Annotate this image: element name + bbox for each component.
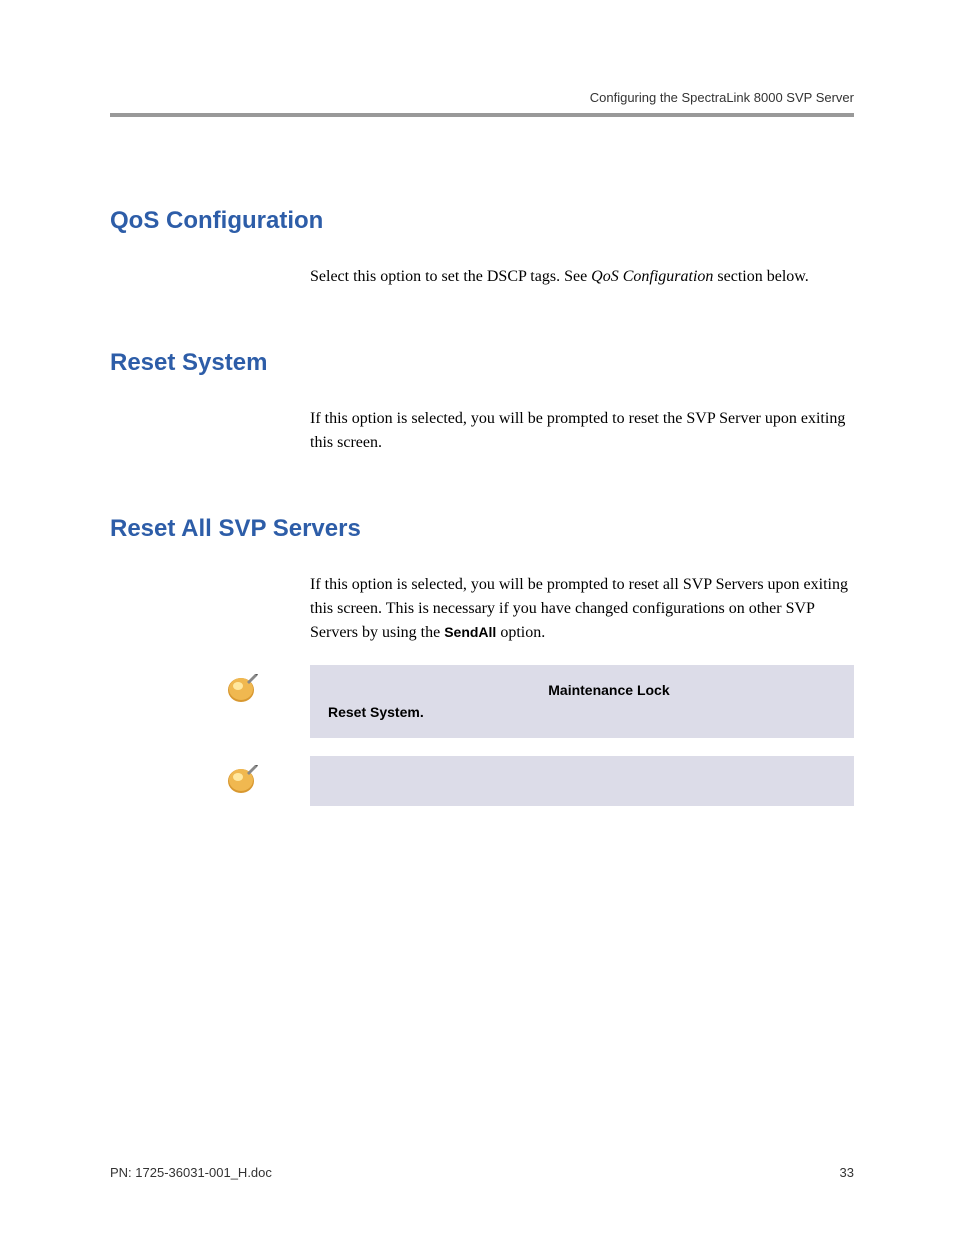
body-reset-all: If this option is selected, you will be … bbox=[310, 573, 854, 645]
note-icon-wrap bbox=[110, 665, 310, 711]
body-text: option. bbox=[496, 624, 545, 641]
heading-reset-all: Reset All SVP Servers bbox=[110, 515, 854, 543]
note-icon-wrap bbox=[110, 756, 310, 802]
pushpin-icon bbox=[225, 761, 261, 797]
note-bold-text: Reset System. bbox=[328, 704, 424, 720]
body-bold: SendAll bbox=[444, 624, 496, 640]
body-text: section below. bbox=[713, 268, 808, 285]
body-text: If this option is selected, you will be … bbox=[310, 576, 848, 641]
body-reset-system: If this option is selected, you will be … bbox=[310, 407, 854, 455]
note-bold-text: Maintenance Lock bbox=[548, 682, 669, 698]
heading-qos: QoS Configuration bbox=[110, 207, 854, 235]
pushpin-icon bbox=[225, 670, 261, 706]
note-block-1: hidden text here that fills the space Ma… bbox=[110, 665, 854, 738]
footer-doc-id: PN: 1725-36031-001_H.doc bbox=[110, 1165, 272, 1180]
note-box: hidden text placeholder bbox=[310, 756, 854, 806]
footer-page-number: 33 bbox=[840, 1165, 854, 1180]
body-italic: QoS Configuration bbox=[591, 268, 713, 285]
page-footer: PN: 1725-36031-001_H.doc 33 bbox=[110, 1165, 854, 1180]
running-header: Configuring the SpectraLink 8000 SVP Ser… bbox=[110, 90, 854, 105]
note-box: hidden text here that fills the space Ma… bbox=[310, 665, 854, 738]
heading-reset-system: Reset System bbox=[110, 349, 854, 377]
note-block-2: hidden text placeholder bbox=[110, 756, 854, 806]
body-qos: Select this option to set the DSCP tags.… bbox=[310, 265, 854, 289]
body-text: Select this option to set the DSCP tags.… bbox=[310, 268, 591, 285]
header-rule bbox=[110, 113, 854, 117]
